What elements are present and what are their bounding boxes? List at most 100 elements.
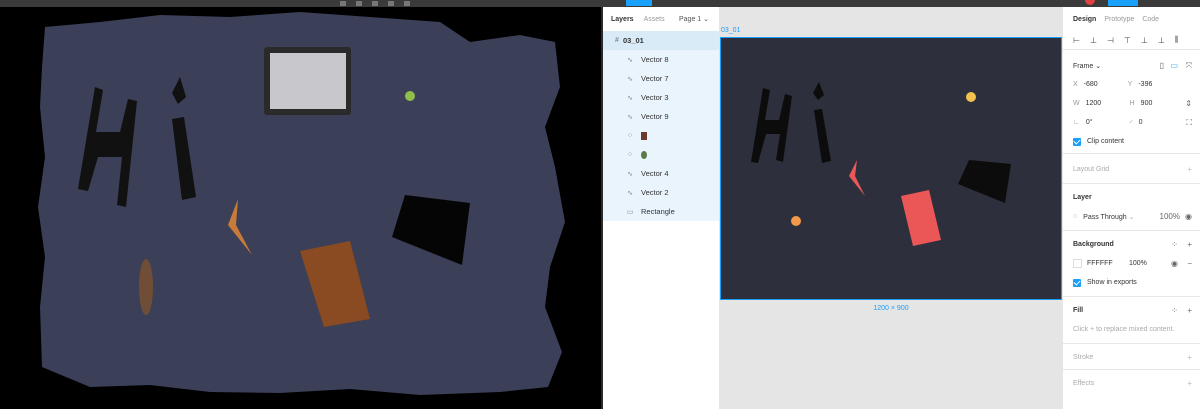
app-root: Layers Assets Page 1 ⌄ # 03_01 ∿ Vector 8… xyxy=(0,0,1200,409)
chevron-down-icon: ⌄ xyxy=(703,16,709,23)
coral-rectangle[interactable] xyxy=(901,190,941,246)
add-stroke-icon[interactable]: + xyxy=(1187,353,1192,362)
orange-ellipse[interactable] xyxy=(791,216,801,226)
layer-row[interactable]: ○ xyxy=(603,126,719,145)
landscape-icon[interactable]: ▭ xyxy=(1170,61,1178,70)
align-left-icon[interactable]: ⊢ xyxy=(1073,36,1080,45)
clip-content-checkbox[interactable] xyxy=(1073,137,1081,146)
background-opacity-field[interactable]: 100% xyxy=(1129,260,1147,267)
add-effect-icon[interactable]: + xyxy=(1187,379,1192,388)
background-hex-field[interactable]: FFFFFF xyxy=(1087,260,1129,267)
vector-icon: ∿ xyxy=(627,56,633,64)
yellow-ellipse[interactable] xyxy=(966,92,976,102)
layer-row[interactable]: ∿ Vector 9 xyxy=(603,107,719,126)
constrain-proportions-icon[interactable]: ⇕ xyxy=(1185,99,1192,108)
layer-row[interactable]: ∿ Vector 8 xyxy=(603,50,719,69)
layout-grid-section: Layout Grid + xyxy=(1063,153,1200,183)
coral-chevron-vector[interactable] xyxy=(849,160,865,196)
y-field[interactable]: -396 xyxy=(1138,81,1152,88)
layer-row[interactable]: ∿ Vector 2 xyxy=(603,183,719,202)
layer-list: # 03_01 ∿ Vector 8 ∿ Vector 7 ∿ Vector 3 ∿ V… xyxy=(603,31,719,221)
layer-row[interactable]: ∿ Vector 3 xyxy=(603,88,719,107)
rotation-icon: ∟ xyxy=(1073,119,1080,126)
portrait-icon[interactable]: ▯ xyxy=(1160,61,1164,70)
rotation-field[interactable]: 0° xyxy=(1086,119,1130,126)
align-right-icon[interactable]: ⊣ xyxy=(1107,36,1114,45)
layer-row[interactable]: ○ xyxy=(603,145,719,164)
ellipse-icon: ○ xyxy=(627,151,633,158)
y-label: Y xyxy=(1127,81,1133,88)
styles-grid-icon[interactable]: ⁘ xyxy=(1171,306,1178,315)
distribute-icon[interactable]: ⫼ xyxy=(1175,35,1179,45)
black-quad-vector[interactable] xyxy=(958,160,1011,203)
letter-i-dot-vector[interactable] xyxy=(813,82,824,100)
tab-icon[interactable] xyxy=(356,1,362,6)
tab-code[interactable]: Code xyxy=(1142,16,1159,23)
align-top-icon[interactable]: ⊤ xyxy=(1124,36,1131,45)
fill-hint: Click + to replace mixed content. xyxy=(1073,326,1175,333)
page-selector[interactable]: Page 1 ⌄ xyxy=(679,15,709,23)
layer-row[interactable]: ∿ Vector 7 xyxy=(603,69,719,88)
tab-icon[interactable] xyxy=(372,1,378,6)
add-background-icon[interactable]: + xyxy=(1187,240,1192,249)
remove-background-icon[interactable]: − xyxy=(1187,259,1192,268)
stroke-section-title: Stroke xyxy=(1073,353,1094,361)
layer-row[interactable]: ▭ Rectangle xyxy=(603,202,719,221)
design-canvas[interactable]: 03_01 1200 × 900 xyxy=(720,7,1062,409)
green-badge xyxy=(405,91,415,101)
blend-mode-label: Pass Through xyxy=(1083,213,1127,221)
clip-content-label: Clip content xyxy=(1087,138,1124,145)
styles-grid-icon[interactable]: ⁘ xyxy=(1171,240,1178,249)
letter-i-vector[interactable] xyxy=(814,109,831,163)
layer-row[interactable]: ∿ Vector 4 xyxy=(603,164,719,183)
tab-prototype[interactable]: Prototype xyxy=(1104,16,1134,23)
x-field[interactable]: -680 xyxy=(1084,81,1128,88)
fill-section: Fill ⁘ + Click + to replace mixed conten… xyxy=(1063,296,1200,343)
thumbnail xyxy=(641,131,647,140)
layer-row-frame[interactable]: # 03_01 xyxy=(603,31,719,50)
resize-to-fit-icon[interactable]: ⤧ xyxy=(1186,61,1192,71)
artboard-frame[interactable] xyxy=(720,37,1062,300)
frame-title[interactable]: 03_01 xyxy=(721,27,740,34)
letter-h-vector[interactable] xyxy=(751,88,792,163)
tab-design[interactable]: Design xyxy=(1073,16,1096,23)
layer-name: Vector 4 xyxy=(641,169,669,178)
blend-mode-dropdown[interactable]: Pass Through ⌄ xyxy=(1083,213,1134,221)
tab-icon[interactable] xyxy=(340,1,346,6)
frame-type-dropdown[interactable]: Frame ⌄ xyxy=(1073,62,1101,70)
blend-mode-icon: ◌ xyxy=(1073,213,1078,220)
ellipse-icon: ○ xyxy=(627,132,633,139)
layer-name: 03_01 xyxy=(623,36,644,45)
independent-corners-icon[interactable]: ⛶ xyxy=(1186,118,1192,128)
add-fill-icon[interactable]: + xyxy=(1187,306,1192,315)
eye-icon[interactable]: ◉ xyxy=(1185,212,1192,221)
vector-icon: ∿ xyxy=(627,75,633,83)
tab-assets[interactable]: Assets xyxy=(644,16,665,23)
tab-icon[interactable] xyxy=(388,1,394,6)
layer-name: Vector 7 xyxy=(641,74,669,83)
layers-panel: Layers Assets Page 1 ⌄ # 03_01 ∿ Vector 8… xyxy=(603,7,720,409)
tab-icon[interactable] xyxy=(404,1,410,6)
align-center-h-icon[interactable]: ⊥ xyxy=(1090,36,1097,45)
layer-opacity-field[interactable]: 100% xyxy=(1160,212,1180,221)
tab-layers[interactable]: Layers xyxy=(611,16,634,23)
user-avatar[interactable] xyxy=(1085,0,1095,5)
background-swatch[interactable] xyxy=(1073,259,1082,268)
share-button[interactable] xyxy=(1108,0,1138,6)
design-tabs: Design Prototype Code xyxy=(1063,7,1200,31)
frame-dimensions: 1200 × 900 xyxy=(873,305,909,312)
width-field[interactable]: 1200 xyxy=(1086,100,1130,107)
align-bottom-icon[interactable]: ⊥ xyxy=(1158,36,1165,45)
show-in-exports-checkbox[interactable] xyxy=(1073,278,1081,287)
vector-icon: ∿ xyxy=(627,189,633,197)
layer-name: Vector 2 xyxy=(641,188,669,197)
radius-field[interactable]: 0 xyxy=(1139,119,1143,126)
reference-photo-drawing xyxy=(38,12,565,395)
add-layout-grid-icon[interactable]: + xyxy=(1187,165,1192,174)
align-center-v-icon[interactable]: ⊥ xyxy=(1141,36,1148,45)
eye-icon[interactable]: ◉ xyxy=(1171,259,1178,268)
effects-section: Effects + xyxy=(1063,369,1200,395)
height-field[interactable]: 900 xyxy=(1141,100,1153,107)
active-tool-indicator[interactable] xyxy=(626,0,652,6)
alignment-toolbar: ⊢ ⊥ ⊣ ⊤ ⊥ ⊥ ⫼ xyxy=(1063,31,1200,49)
